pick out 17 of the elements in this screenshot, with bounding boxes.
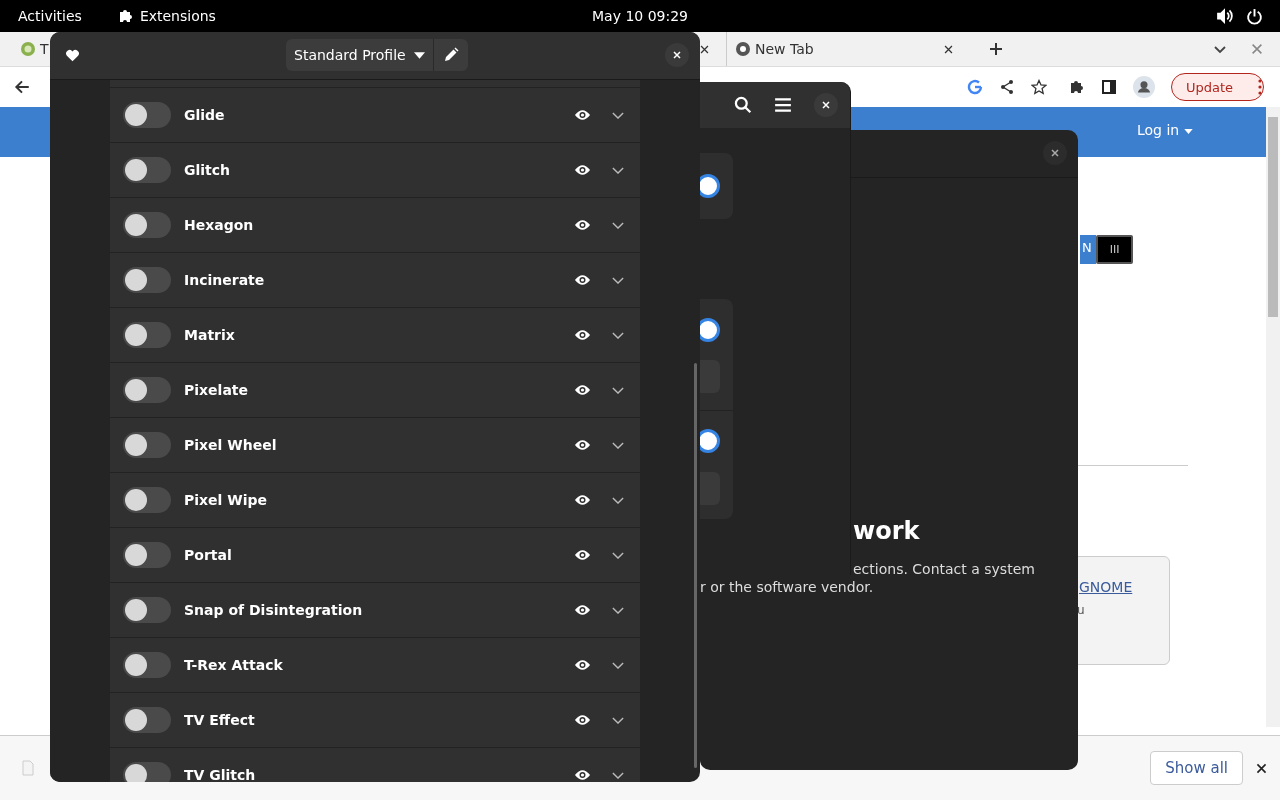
- dialog-text: ections. Contact a system: [853, 561, 1035, 577]
- effect-name: Pixelate: [184, 382, 250, 398]
- card-text: u: [1077, 603, 1085, 617]
- effect-name: TV Effect: [184, 712, 256, 728]
- effect-name: Hexagon: [184, 217, 255, 233]
- effect-name: Incinerate: [184, 272, 266, 288]
- effect-name: Pixel Wipe: [184, 492, 268, 508]
- effect-name: Pixel Wheel: [184, 437, 278, 453]
- effect-name: Glide: [184, 107, 226, 123]
- effect-name: Portal: [184, 547, 233, 563]
- effect-name: TV Glitch: [184, 767, 257, 782]
- effect-name: Glitch: [184, 162, 232, 178]
- dialog-title: work: [853, 517, 920, 545]
- effect-name: Snap of Disintegration: [184, 602, 364, 618]
- effect-name: Matrix: [184, 327, 236, 343]
- dialog-text: r or the software vendor.: [700, 579, 874, 595]
- effect-name: T-Rex Attack: [184, 657, 284, 673]
